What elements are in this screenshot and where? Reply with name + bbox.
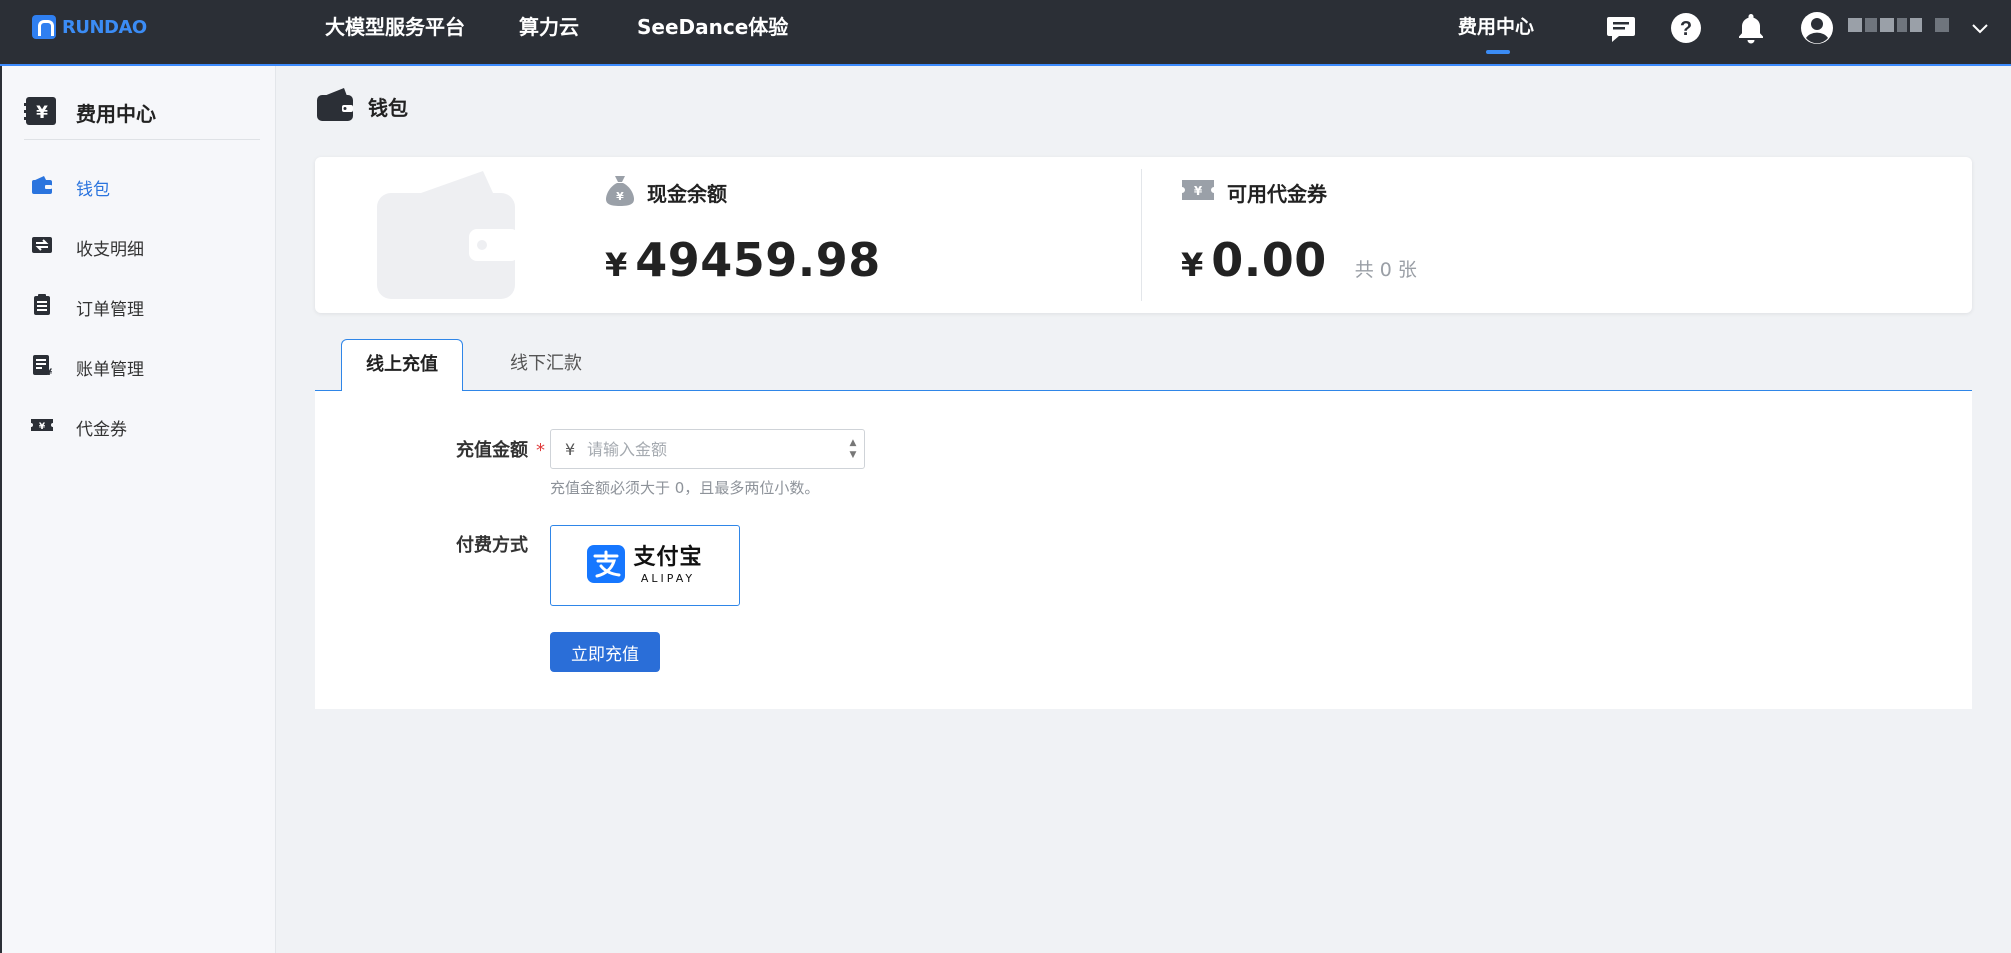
stepper-down-icon[interactable]: ▼ bbox=[850, 450, 857, 460]
svg-text:¥: ¥ bbox=[39, 422, 46, 432]
user-name-redacted[interactable] bbox=[1848, 17, 1949, 33]
tab-online-recharge[interactable]: 线上充值 bbox=[341, 339, 463, 392]
amount-currency-prefix: ¥ bbox=[565, 439, 576, 459]
message-icon[interactable] bbox=[1603, 10, 1639, 46]
alipay-icon bbox=[587, 544, 626, 587]
sidebar-item-label: 钱包 bbox=[76, 179, 110, 200]
cash-balance-amount: 49459.98 bbox=[635, 233, 881, 287]
svg-text:¥: ¥ bbox=[46, 368, 53, 377]
bills-icon: ¥ bbox=[30, 353, 54, 382]
sidebar-item-transactions[interactable]: 收支明细 bbox=[30, 232, 144, 262]
card-divider bbox=[1141, 169, 1142, 301]
recharge-form-panel: 充值金额* ¥ ▲ ▼ 充值金额必须大于 0，且最多两位小数。 付费方式 支付宝… bbox=[315, 391, 1972, 709]
svg-text:¥: ¥ bbox=[36, 103, 48, 123]
topnav-item-billing-center[interactable]: 费用中心 bbox=[1458, 12, 1534, 42]
svg-text:¥: ¥ bbox=[616, 190, 624, 203]
chevron-down-icon[interactable] bbox=[1966, 14, 1994, 42]
recharge-now-button[interactable]: 立即充值 bbox=[550, 632, 660, 672]
wallet-icon bbox=[316, 86, 354, 127]
stepper-up-icon[interactable]: ▲ bbox=[850, 438, 857, 448]
alipay-wordmark: 支付宝 ALIPAY bbox=[633, 545, 703, 585]
transactions-icon bbox=[30, 233, 54, 262]
sidebar-item-vouchers[interactable]: ¥ 代金券 bbox=[30, 412, 127, 442]
amount-stepper[interactable]: ▲ ▼ bbox=[842, 430, 864, 468]
amount-hint: 充值金额必须大于 0，且最多两位小数。 bbox=[550, 479, 820, 497]
voucher-icon: ¥ bbox=[30, 413, 54, 442]
user-avatar-icon[interactable] bbox=[1799, 10, 1835, 46]
wallet-icon bbox=[30, 173, 54, 202]
svg-text:¥: ¥ bbox=[1194, 184, 1203, 198]
topnav-active-indicator bbox=[1486, 50, 1510, 54]
voucher-currency: ¥ bbox=[1181, 246, 1204, 284]
page-title-text: 钱包 bbox=[368, 96, 408, 120]
topnav-item-seedance[interactable]: SeeDance体验 bbox=[637, 12, 788, 42]
sidebar-header: ¥ 费用中心 bbox=[24, 92, 260, 140]
voucher-balance-amount: 0.00 bbox=[1211, 233, 1327, 287]
sidebar-item-label: 代金券 bbox=[76, 419, 127, 440]
tab-offline-remittance[interactable]: 线下汇款 bbox=[485, 339, 607, 391]
cash-balance-block: ¥ 现金余额 ¥ 49459.98 bbox=[605, 175, 881, 287]
amount-field-label: 充值金额 * bbox=[456, 440, 545, 461]
money-bag-icon: ¥ bbox=[605, 174, 635, 211]
logo-icon bbox=[32, 15, 56, 39]
orders-icon bbox=[30, 293, 54, 322]
recharge-tabs: 线上充值 线下汇款 bbox=[315, 339, 1972, 392]
sidebar-item-label: 收支明细 bbox=[76, 239, 144, 260]
wallet-illustration-icon bbox=[373, 169, 523, 309]
bell-icon[interactable] bbox=[1733, 10, 1769, 46]
required-mark: * bbox=[536, 440, 545, 461]
billing-center-icon: ¥ bbox=[24, 94, 58, 132]
topnav-item-compute-cloud[interactable]: 算力云 bbox=[519, 12, 579, 42]
amount-input-wrapper: ¥ ▲ ▼ bbox=[550, 429, 865, 469]
alipay-option[interactable]: 支付宝 ALIPAY bbox=[550, 525, 740, 606]
sidebar-title: 费用中心 bbox=[76, 102, 156, 126]
page-title: 钱包 bbox=[316, 86, 408, 127]
voucher-count: 共 0 张 bbox=[1354, 259, 1417, 281]
cash-balance-label: 现金余额 bbox=[647, 181, 727, 206]
logo-text: RUNDAO bbox=[62, 16, 147, 38]
sidebar: ¥ 费用中心 钱包 收支明细 订单管理 ¥ 账单管理 ¥ 代金券 bbox=[0, 66, 276, 953]
sidebar-item-label: 订单管理 bbox=[76, 299, 144, 320]
balance-summary-card: ¥ 现金余额 ¥ 49459.98 ¥ 可用代金券 ¥ 0.00 共 0 张 bbox=[315, 157, 1972, 313]
voucher-balance-block: ¥ 可用代金券 ¥ 0.00 共 0 张 bbox=[1181, 175, 1417, 287]
sidebar-item-wallet[interactable]: 钱包 bbox=[30, 172, 110, 202]
logo[interactable]: RUNDAO bbox=[32, 14, 147, 40]
cash-currency: ¥ bbox=[605, 246, 628, 284]
svg-text:?: ? bbox=[1680, 18, 1692, 40]
voucher-icon: ¥ bbox=[1181, 176, 1215, 209]
pay-method-label: 付费方式 bbox=[456, 535, 528, 556]
topnav-item-model-platform[interactable]: 大模型服务平台 bbox=[325, 12, 465, 42]
sidebar-item-bills[interactable]: ¥ 账单管理 bbox=[30, 352, 144, 382]
sidebar-item-label: 账单管理 bbox=[76, 359, 144, 380]
amount-input[interactable] bbox=[587, 431, 842, 467]
help-icon[interactable]: ? bbox=[1668, 10, 1704, 46]
sidebar-item-orders[interactable]: 订单管理 bbox=[30, 292, 144, 322]
voucher-balance-label: 可用代金券 bbox=[1227, 181, 1327, 206]
top-navbar: RUNDAO 大模型服务平台 算力云 SeeDance体验 费用中心 ? bbox=[0, 0, 2011, 66]
